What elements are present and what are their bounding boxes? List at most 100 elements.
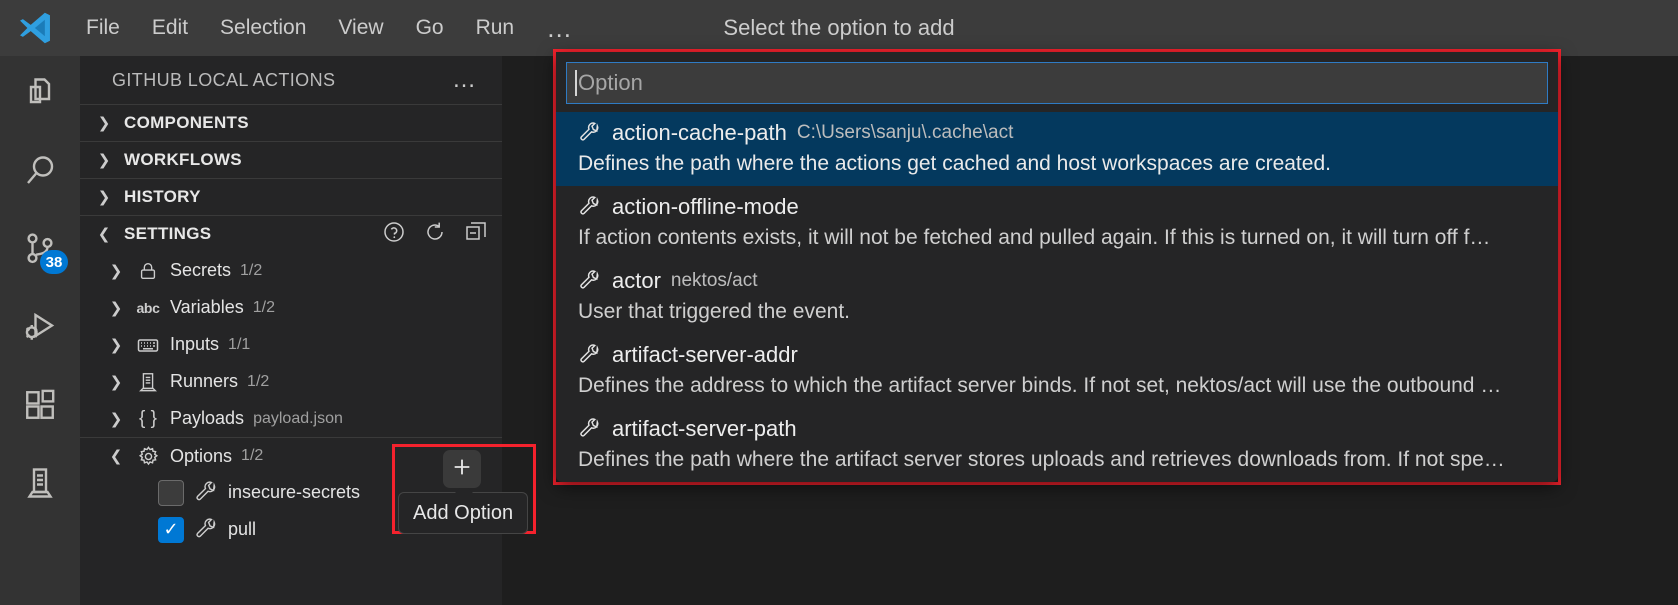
quick-pick-item-description: User that triggered the event. (578, 300, 850, 323)
sidebar-header: GITHUB LOCAL ACTIONS … (80, 56, 502, 104)
chevron-right-icon: ❯ (109, 373, 123, 391)
activity-item-source-control[interactable]: 38 (0, 212, 80, 290)
gear-icon (135, 444, 161, 468)
menu-item-edit[interactable]: Edit (138, 12, 202, 44)
sidebar-section-workflows[interactable]: ❯ WORKFLOWS (80, 141, 502, 178)
wrench-icon (578, 121, 602, 145)
sidebar-more-icon[interactable]: … (452, 68, 478, 92)
menu-item-view[interactable]: View (324, 12, 397, 44)
chevron-right-icon: ❯ (109, 336, 123, 354)
explorer-files-icon (22, 75, 58, 116)
quick-pick-item-label: artifact-server-addr (612, 342, 798, 367)
help-icon[interactable] (382, 220, 406, 249)
activity-item-explorer[interactable] (0, 56, 80, 134)
add-option-button[interactable] (443, 450, 481, 488)
extensions-icon (22, 387, 58, 428)
quick-pick-item-label: action-cache-path (612, 120, 787, 145)
tree-item-label: Options (170, 445, 233, 466)
menu-item-run[interactable]: Run (462, 12, 529, 44)
tree-item-secrets[interactable]: ❯ Secrets 1/2 (80, 252, 502, 289)
activity-item-extensions[interactable] (0, 368, 80, 446)
chevron-right-icon: ❯ (109, 410, 123, 428)
runner-icon (135, 370, 161, 394)
add-option-tooltip: Add Option (398, 484, 529, 534)
quick-pick-input[interactable]: Option (566, 62, 1548, 104)
tree-item-variables[interactable]: ❯ abc Variables 1/2 (80, 289, 502, 326)
tooltip-label: Add Option (413, 501, 514, 524)
quick-pick-item-description: Defines the address to which the artifac… (578, 374, 1502, 397)
quick-pick-item-header: artifact-server-path (556, 414, 1558, 444)
tree-item-runners[interactable]: ❯ Runners 1/2 (80, 363, 502, 400)
section-label: WORKFLOWS (124, 150, 242, 169)
tree-item-sub: 1/2 (252, 298, 275, 316)
quick-pick-item-detail: nektos/act (670, 270, 758, 291)
collapse-all-icon[interactable] (464, 220, 488, 249)
wrench-icon (578, 343, 602, 367)
refresh-icon[interactable] (423, 220, 447, 249)
quick-pick-item-header: actor nektos/act (556, 266, 1558, 296)
chevron-right-icon: ❯ (97, 115, 111, 132)
activity-item-remote[interactable] (0, 446, 80, 524)
menu-bar: File Edit Selection View Go Run … (72, 12, 588, 44)
activity-bar: 38 (0, 56, 80, 605)
quick-pick-item-description: If action contents exists, it will not b… (578, 226, 1491, 249)
quick-pick-highlight-box: Option action-cache-path C:\Users\sanju\… (553, 49, 1561, 485)
quick-pick-item[interactable]: action-offline-mode If action contents e… (556, 186, 1558, 260)
activity-item-run-debug[interactable] (0, 290, 80, 368)
wrench-icon (193, 481, 219, 505)
sidebar-section-history[interactable]: ❯ HISTORY (80, 178, 502, 215)
settings-actions (382, 220, 488, 249)
tree-item-label: Payloads (170, 408, 245, 428)
tree-item-label: Inputs (170, 334, 220, 354)
section-label: SETTINGS (124, 224, 212, 243)
lock-icon (135, 259, 161, 283)
tree-item-label: Runners (170, 371, 239, 391)
tree-item-payloads[interactable]: ❯ { } Payloads payload.json (80, 400, 502, 437)
quick-pick-item[interactable]: artifact-server-addr Defines the address… (556, 334, 1558, 408)
menu-item-file[interactable]: File (72, 12, 134, 44)
tree-item-label: Variables (170, 297, 244, 317)
quick-pick-placeholder: Option (578, 70, 643, 95)
sidebar-section-components[interactable]: ❯ COMPONENTS (80, 104, 502, 141)
option-label: insecure-secrets (228, 482, 361, 502)
quick-pick-item-label: actor (612, 268, 661, 293)
keyboard-icon (135, 333, 161, 357)
search-icon (22, 153, 58, 194)
vscode-window: File Edit Selection View Go Run … Select… (0, 0, 1678, 605)
section-label: HISTORY (124, 187, 201, 206)
abc-icon: abc (136, 299, 160, 316)
braces-icon: { } (139, 407, 157, 429)
section-label: COMPONENTS (124, 113, 249, 132)
quick-pick-item-label: action-offline-mode (612, 194, 799, 219)
quick-pick-item[interactable]: artifact-server-path Defines the path wh… (556, 408, 1558, 482)
quick-pick-item[interactable]: action-cache-path C:\Users\sanju\.cache\… (556, 112, 1558, 186)
tree-item-sub: payload.json (253, 409, 343, 427)
chevron-right-icon: ❯ (97, 152, 111, 169)
vscode-logo-icon (12, 8, 58, 48)
quick-pick-item-header: action-offline-mode (556, 192, 1558, 222)
option-checkbox[interactable] (158, 479, 184, 506)
quick-pick-item-detail: C:\Users\sanju\.cache\act (796, 122, 1014, 143)
menu-item-selection[interactable]: Selection (206, 12, 320, 44)
menu-item-go[interactable]: Go (402, 12, 458, 44)
title-bar: File Edit Selection View Go Run … Select… (0, 0, 1678, 56)
menu-overflow-icon[interactable]: … (532, 15, 588, 41)
quick-pick-item[interactable]: actor nektos/act User that triggered the… (556, 260, 1558, 334)
sidebar-section-settings[interactable]: ❮ SETTINGS (80, 215, 502, 252)
option-label: pull (228, 519, 257, 539)
quick-pick-item-header: artifact-server-addr (556, 340, 1558, 370)
option-checkbox[interactable]: ✓ (158, 516, 184, 543)
quick-pick-item-label: artifact-server-path (612, 416, 797, 441)
remote-server-icon (22, 465, 58, 506)
quick-pick-item-description: Defines the path where the actions get c… (578, 152, 1331, 175)
tree-item-sub: 1/2 (240, 261, 263, 279)
tree-item-inputs[interactable]: ❯ Inputs 1/1 (80, 326, 502, 363)
run-and-debug-icon (22, 309, 58, 350)
activity-item-search[interactable] (0, 134, 80, 212)
text-caret (575, 70, 577, 96)
wrench-icon (578, 417, 602, 441)
quick-pick-item-header: action-cache-path C:\Users\sanju\.cache\… (556, 118, 1558, 148)
sidebar-title: GITHUB LOCAL ACTIONS (112, 69, 336, 90)
source-control-badge: 38 (40, 250, 68, 274)
tree-item-label: Secrets (170, 260, 232, 280)
